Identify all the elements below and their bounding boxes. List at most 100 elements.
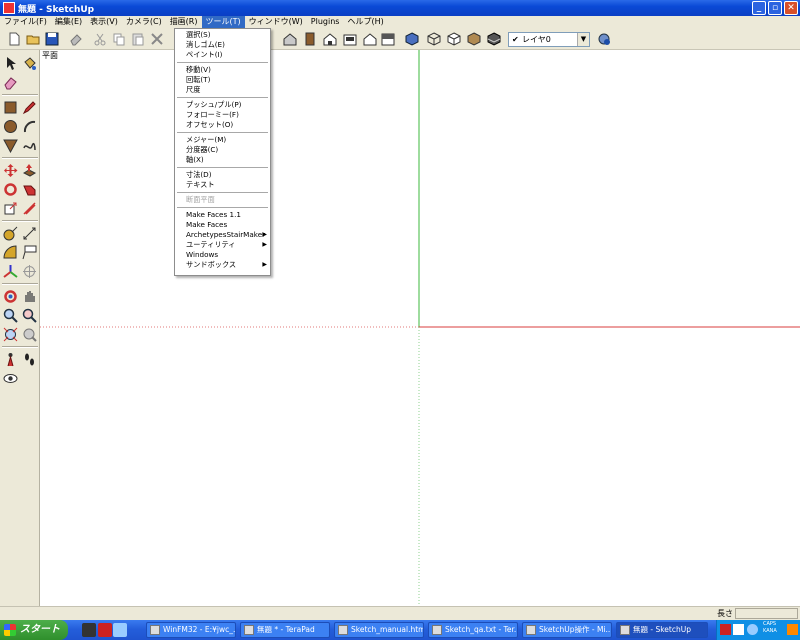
dimension-tool-button[interactable] [21,225,38,242]
menu-item-pushpull[interactable]: プッシュ/プル(P) [175,100,270,110]
delete-button[interactable] [149,31,165,47]
scale-tool-button[interactable] [2,200,19,217]
acrobat-tray-icon[interactable] [720,624,731,635]
walk-tool-button[interactable] [21,351,38,368]
chevron-down-icon[interactable]: ▼ [577,33,589,46]
pushpull-tool-button[interactable] [21,162,38,179]
menu-view[interactable]: 表示(V) [86,16,122,28]
menu-item-utilities[interactable]: ユーティリティ ▶ [175,240,270,250]
open-file-button[interactable] [25,31,41,47]
hidden-line-button[interactable] [446,31,462,47]
paste-button[interactable] [130,31,146,47]
save-button[interactable] [44,31,60,47]
zoom-tool-button[interactable] [2,307,19,324]
zoom-window-tool-button[interactable] [21,307,38,324]
left-view-button[interactable] [380,31,396,47]
offset-tool-button[interactable] [21,200,38,217]
front-view-button[interactable] [322,31,338,47]
menu-item-make-faces[interactable]: Make Faces [175,220,270,230]
start-button[interactable]: スタート [0,620,68,640]
menu-item-paint[interactable]: ペイント(I) [175,50,270,60]
move-tool-button[interactable] [2,162,19,179]
rotate-tool-button[interactable] [2,181,19,198]
menu-item-scale[interactable]: 尺度 [175,85,270,95]
look-around-tool-button[interactable] [2,370,19,387]
menu-item-axes[interactable]: 軸(X) [175,155,270,165]
task-sketch-qa[interactable]: Sketch_qa.txt - Ter... [428,622,518,638]
shaded-button[interactable] [466,31,482,47]
new-file-button[interactable] [6,31,22,47]
3d-text-tool-button[interactable] [21,263,38,280]
menu-draw[interactable]: 描画(R) [166,16,202,28]
layer-manager-button[interactable] [596,31,612,47]
freehand-tool-button[interactable] [21,137,38,154]
close-button[interactable]: ✕ [784,1,798,15]
maximize-button[interactable]: ▫ [768,1,782,15]
cut-button[interactable] [92,31,108,47]
select-tool-button[interactable] [2,55,19,72]
arc-tool-button[interactable] [21,118,38,135]
minimize-button[interactable]: _ [752,1,766,15]
drawing-area[interactable]: 平面 [40,50,800,606]
menu-item-dimensions[interactable]: 寸法(D) [175,170,270,180]
circle-tool-button[interactable] [2,118,19,135]
quicklaunch-pdf-icon[interactable] [98,623,112,637]
menu-file[interactable]: ファイル(F) [0,16,51,28]
iso-view-button[interactable] [282,31,298,47]
menu-item-move[interactable]: 移動(V) [175,65,270,75]
measurement-input[interactable] [735,608,798,619]
menu-item-tape-measure[interactable]: メジャー(M) [175,135,270,145]
task-terapad[interactable]: 無題 * - TeraPad [240,622,330,638]
menu-help[interactable]: ヘルプ(H) [343,16,387,28]
top-view-button[interactable] [302,31,318,47]
eraser-tool-button[interactable] [2,74,19,91]
menu-item-make-faces-1-1[interactable]: Make Faces 1.1 [175,210,270,220]
wireframe-button[interactable] [426,31,442,47]
zoom-extents-tool-button[interactable] [2,326,19,343]
copy-button[interactable] [111,31,127,47]
quicklaunch-app-icon[interactable] [82,623,96,637]
menu-tools[interactable]: ツール(T) [201,16,245,28]
orbit-tool-button[interactable] [2,288,19,305]
erase-selection-button[interactable] [68,31,84,47]
polygon-tool-button[interactable] [2,137,19,154]
menu-camera[interactable]: カメラ(C) [122,16,166,28]
menu-item-windows[interactable]: Windows [175,250,270,260]
axes-tool-button[interactable] [2,263,19,280]
task-sketchup[interactable]: 無題 - SketchUp [616,622,708,638]
quicklaunch-ie-icon[interactable] [113,623,127,637]
menu-item-offset[interactable]: オフセット(O) [175,120,270,130]
menu-edit[interactable]: 編集(E) [51,16,86,28]
menu-item-protractor[interactable]: 分度器(C) [175,145,270,155]
task-sketch-manual[interactable]: Sketch_manual.htm ... [334,622,424,638]
menu-item-text[interactable]: テキスト [175,180,270,190]
menu-item-sandbox[interactable]: サンドボックス ▶ [175,260,270,270]
position-camera-tool-button[interactable] [2,351,19,368]
network-tray-icon[interactable] [747,624,758,635]
textured-button[interactable] [486,31,502,47]
menu-item-rotate[interactable]: 回転(T) [175,75,270,85]
menu-item-eraser[interactable]: 消しゴム(E) [175,40,270,50]
task-winfm32[interactable]: WinFM32 - E:¥jwc_... [146,622,236,638]
paint-tool-button[interactable] [21,55,38,72]
right-view-button[interactable] [342,31,358,47]
text-tool-button[interactable] [21,244,38,261]
layer-select[interactable]: ✔ レイヤ0 ▼ [508,32,590,47]
menu-plugins[interactable]: Plugins [307,16,344,28]
menu-window[interactable]: ウィンドウ(W) [245,16,307,28]
pan-tool-button[interactable] [21,288,38,305]
sketchup-app-icon[interactable] [3,2,15,14]
xray-button[interactable] [404,31,420,47]
task-sketchup-doc[interactable]: SketchUp操作 - Mi... [522,622,612,638]
line-tool-button[interactable] [21,99,38,116]
tape-measure-tool-button[interactable] [2,225,19,242]
ime-tray-icon[interactable] [733,624,744,635]
followme-tool-button[interactable] [21,181,38,198]
previous-view-tool-button[interactable] [21,326,38,343]
menu-item-stair-maker[interactable]: ArchetypesStairMaker ▶ [175,230,270,240]
protractor-tool-button[interactable] [2,244,19,261]
menu-item-select[interactable]: 選択(S) [175,30,270,40]
volume-tray-icon[interactable] [787,624,798,635]
menu-item-followme[interactable]: フォローミー(F) [175,110,270,120]
back-view-button[interactable] [362,31,378,47]
